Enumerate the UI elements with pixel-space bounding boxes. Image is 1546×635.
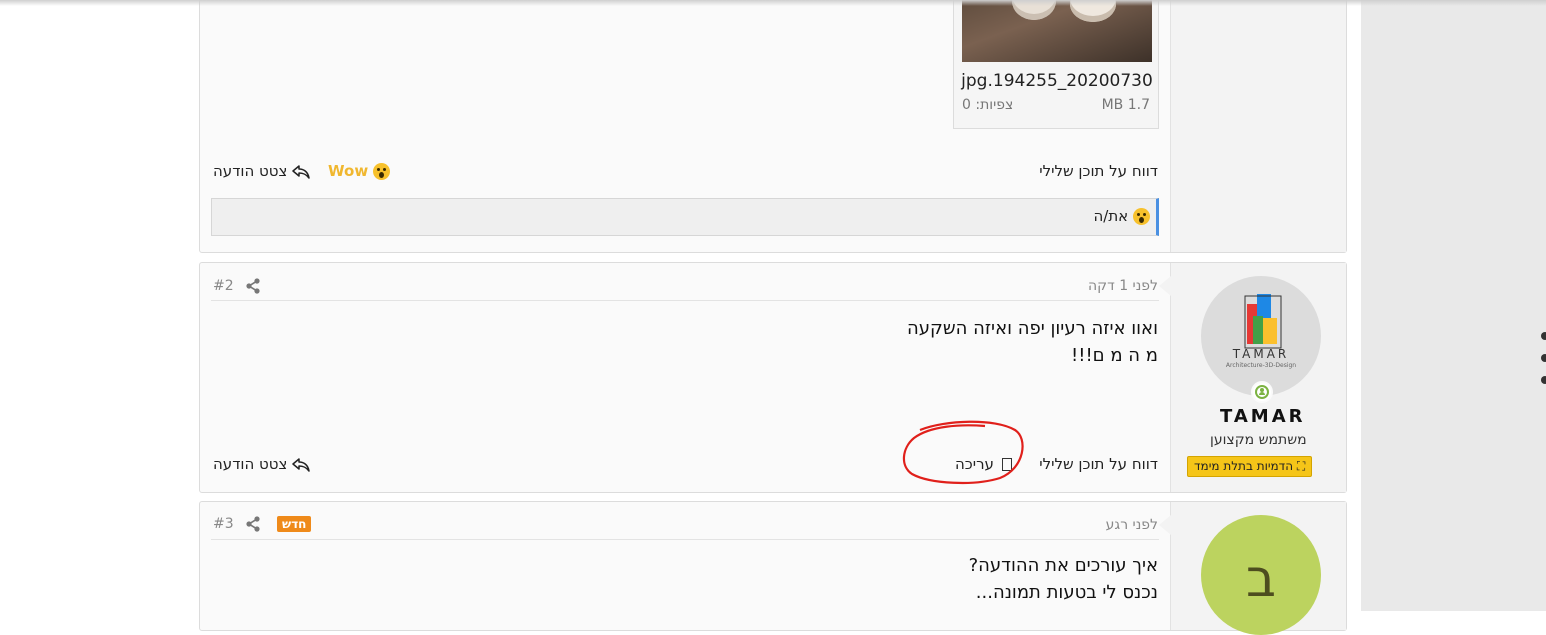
attachment-filename[interactable]: jpg.194255_20200730 bbox=[954, 71, 1160, 91]
wow-label: Wow bbox=[328, 162, 369, 180]
reactions-users[interactable]: את/ה bbox=[1093, 207, 1128, 225]
new-badge: חדש bbox=[277, 516, 312, 532]
quote-button[interactable]: צטט הודעה bbox=[213, 162, 310, 180]
user-column bbox=[1170, 0, 1346, 252]
user-badge-label: הדמיות בתלת מימד bbox=[1194, 459, 1294, 473]
more-dots-icon[interactable] bbox=[1541, 332, 1546, 398]
tamar-logo-icon bbox=[1244, 294, 1282, 349]
post-arrow bbox=[1159, 276, 1171, 296]
right-gutter bbox=[1361, 0, 1546, 611]
message-line: איך עורכים את ההודעה? bbox=[968, 555, 1158, 576]
username[interactable]: TAMAR bbox=[1220, 406, 1306, 427]
avatar-letter: ב bbox=[1245, 549, 1277, 609]
post-message: ואוו איזה רעיון יפה ואיזה השקעה מ ה מ ם!… bbox=[907, 315, 1158, 369]
message-line: ואוו איזה רעיון יפה ואיזה השקעה bbox=[907, 318, 1158, 339]
attachment-thumbnail[interactable] bbox=[962, 0, 1152, 62]
message-line: נכנס לי בטעות תמונה... bbox=[975, 582, 1158, 603]
quote-label: צטט הודעה bbox=[213, 162, 288, 180]
share-icon[interactable] bbox=[245, 278, 261, 294]
wow-emoji-icon bbox=[1133, 208, 1150, 225]
online-status-icon bbox=[1251, 381, 1273, 403]
annotation-circle bbox=[902, 420, 1024, 485]
avatar[interactable]: TAMAR Architecture-3D-Design bbox=[1201, 276, 1321, 396]
post-number[interactable]: #2 bbox=[213, 278, 234, 294]
post-number[interactable]: #3 bbox=[213, 516, 234, 532]
attachment[interactable]: jpg.194255_20200730 MB 1.7 צפיות: 0 bbox=[953, 0, 1159, 129]
post-date[interactable]: לפני 1 דקה bbox=[1088, 278, 1158, 294]
report-link[interactable]: דווח על תוכן שלילי bbox=[1039, 455, 1158, 473]
post-1: jpg.194255_20200730 MB 1.7 צפיות: 0 דווח… bbox=[199, 0, 1347, 253]
avatar[interactable]: ב bbox=[1201, 515, 1321, 635]
logo-subtext: Architecture-3D-Design bbox=[1225, 362, 1297, 369]
wow-emoji-icon bbox=[373, 163, 391, 180]
reactions-summary: את/ה bbox=[1093, 207, 1150, 225]
cube-icon: ⛶ bbox=[1296, 459, 1306, 473]
top-shadow bbox=[0, 0, 1546, 6]
post-date[interactable]: לפני רגע bbox=[1106, 517, 1158, 533]
quote-label: צטט הודעה bbox=[213, 455, 288, 473]
share-icon[interactable] bbox=[245, 516, 261, 532]
logo-text: TAMAR bbox=[1232, 347, 1290, 361]
post-arrow bbox=[1159, 515, 1171, 535]
post-3: לפני רגע חדש #3 איך עורכים את ההודעה? נכ… bbox=[199, 501, 1347, 635]
wow-reaction[interactable]: Wow bbox=[328, 162, 391, 180]
report-link[interactable]: דווח על תוכן שלילי bbox=[1039, 162, 1158, 180]
divider bbox=[211, 539, 1159, 540]
quote-button[interactable]: צטט הודעה bbox=[213, 455, 310, 473]
user-title: משתמש מקצוען bbox=[1210, 432, 1307, 448]
attachment-views: צפיות: 0 bbox=[962, 97, 1014, 113]
reactions-bar[interactable]: את/ה bbox=[211, 198, 1159, 236]
reply-icon bbox=[292, 457, 310, 472]
attachment-size: MB 1.7 bbox=[1101, 97, 1150, 113]
post-2: לפני 1 דקה #2 ואוו איזה רעיון יפה ואיזה … bbox=[199, 262, 1347, 493]
reply-icon bbox=[292, 164, 310, 179]
divider bbox=[211, 300, 1159, 301]
user-badge: ⛶ הדמיות בתלת מימד bbox=[1187, 456, 1313, 477]
message-line: מ ה מ ם!!! bbox=[1071, 345, 1158, 366]
post-message: איך עורכים את ההודעה? נכנס לי בטעות תמונ… bbox=[969, 552, 1158, 606]
